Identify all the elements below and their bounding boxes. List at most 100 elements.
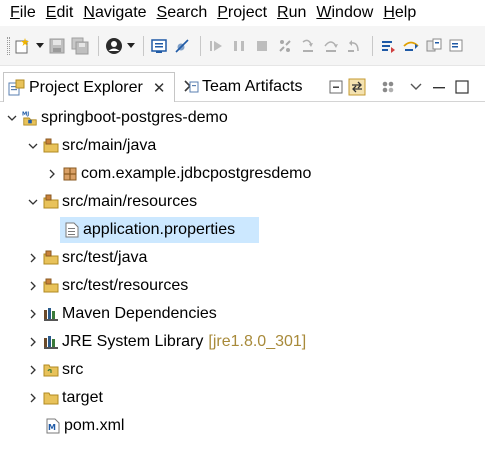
terminate-icon[interactable] bbox=[252, 36, 272, 56]
suspend-icon[interactable] bbox=[229, 36, 249, 56]
tree-item-label: pom.xml bbox=[64, 417, 125, 434]
new-wizard-icon[interactable] bbox=[13, 36, 33, 56]
new-dropdown-arrow-icon[interactable] bbox=[36, 36, 44, 56]
maven-file-icon: M bbox=[45, 418, 61, 434]
tree-item-label: application.properties bbox=[83, 221, 236, 238]
step-return-icon[interactable] bbox=[344, 36, 364, 56]
focus-task-button[interactable] bbox=[380, 76, 396, 98]
tree-item-application-properties[interactable]: application.properties bbox=[0, 216, 485, 244]
chevron-right-icon[interactable] bbox=[27, 392, 39, 404]
tree-item-label: target bbox=[62, 389, 103, 406]
chevron-right-icon[interactable] bbox=[46, 168, 58, 180]
menu-file[interactable]: File bbox=[5, 0, 41, 26]
menu-window[interactable]: Window bbox=[311, 0, 378, 26]
chevron-right-icon[interactable] bbox=[27, 252, 39, 264]
maven-project-icon: MJ bbox=[22, 110, 38, 126]
chevron-down-icon[interactable] bbox=[27, 196, 39, 208]
open-task-icon[interactable] bbox=[424, 36, 444, 56]
tree-item-pom-xml[interactable]: M pom.xml bbox=[0, 412, 485, 440]
view-menu-button[interactable] bbox=[410, 76, 422, 98]
properties-file-icon bbox=[64, 222, 80, 238]
tree-item-src-main-java[interactable]: src/main/java bbox=[0, 132, 485, 160]
chevron-right-icon[interactable] bbox=[27, 280, 39, 292]
menu-project-label: roject bbox=[227, 4, 268, 21]
tree-item-label: JRE System Library bbox=[62, 333, 204, 350]
svg-text:M: M bbox=[48, 423, 56, 432]
link-with-editor-button[interactable] bbox=[348, 76, 366, 98]
tree-item-jre-system-library[interactable]: JRE System Library [jre1.8.0_301] bbox=[0, 328, 485, 356]
source-folder-icon bbox=[43, 250, 59, 266]
tree-item-decoration: [jre1.8.0_301] bbox=[208, 333, 307, 350]
maximize-button[interactable] bbox=[455, 76, 469, 98]
maximize-icon bbox=[455, 80, 469, 94]
tree-item-src-test-resources[interactable]: src/test/resources bbox=[0, 272, 485, 300]
minimize-icon bbox=[432, 80, 446, 94]
tree-item-label: Maven Dependencies bbox=[62, 305, 217, 322]
library-icon bbox=[43, 334, 59, 350]
toolbar-separator bbox=[372, 35, 373, 56]
menu-help[interactable]: Help bbox=[378, 0, 421, 26]
save-all-icon[interactable] bbox=[70, 36, 90, 56]
tab-project-explorer-label: Project Explorer bbox=[29, 78, 143, 96]
tree-item-src-test-java[interactable]: src/test/java bbox=[0, 244, 485, 272]
menu-navigate[interactable]: Navigate bbox=[78, 0, 151, 26]
close-icon[interactable]: ✕ bbox=[153, 79, 166, 97]
team-artifacts-icon bbox=[181, 78, 199, 96]
main-toolbar bbox=[0, 26, 485, 66]
menu-run[interactable]: Run bbox=[272, 0, 311, 26]
view-tab-bar: Project Explorer ✕ Team Artifacts bbox=[0, 70, 485, 102]
menu-navigate-mnemonic: N bbox=[83, 4, 95, 21]
toolbar-separator bbox=[200, 35, 201, 56]
tree-item-project[interactable]: MJ springboot-postgres-demo bbox=[0, 104, 485, 132]
menu-help-mnemonic: H bbox=[383, 4, 395, 21]
tree-item-label: com.example.jdbcpostgresdemo bbox=[81, 165, 312, 182]
open-perspective-icon[interactable] bbox=[447, 36, 467, 56]
view-menu-icon bbox=[410, 83, 422, 91]
tree-item-package[interactable]: com.example.jdbcpostgresdemo bbox=[0, 160, 485, 188]
link-with-editor-icon bbox=[348, 78, 366, 96]
tree-item-label: src bbox=[62, 361, 84, 378]
tree-item-src[interactable]: src bbox=[0, 356, 485, 384]
tree-item-target[interactable]: target bbox=[0, 384, 485, 412]
menu-edit[interactable]: Edit bbox=[41, 0, 79, 26]
chevron-down-icon[interactable] bbox=[27, 140, 39, 152]
skip-breakpoints-icon[interactable] bbox=[172, 36, 192, 56]
menu-navigate-label: avigate bbox=[94, 4, 147, 21]
tree-item-maven-dependencies[interactable]: Maven Dependencies bbox=[0, 300, 485, 328]
focus-task-icon bbox=[380, 79, 396, 95]
chevron-right-icon[interactable] bbox=[27, 364, 39, 376]
step-over-icon[interactable] bbox=[321, 36, 341, 56]
toolbar-separator bbox=[98, 35, 99, 56]
debug-launch-icon[interactable] bbox=[401, 36, 421, 56]
console-icon[interactable] bbox=[149, 36, 169, 56]
menu-run-mnemonic: R bbox=[277, 4, 289, 21]
step-into-icon[interactable] bbox=[298, 36, 318, 56]
tab-team-artifacts[interactable]: Team Artifacts bbox=[178, 72, 318, 102]
use-step-filters-icon[interactable] bbox=[378, 36, 398, 56]
resume-icon[interactable] bbox=[206, 36, 226, 56]
menu-run-label: un bbox=[288, 4, 307, 21]
chevron-right-icon[interactable] bbox=[27, 336, 39, 348]
toolbar-grip[interactable] bbox=[7, 36, 10, 55]
tab-project-explorer[interactable]: Project Explorer ✕ bbox=[3, 72, 175, 102]
menu-file-mnemonic: F bbox=[10, 4, 20, 21]
menu-window-mnemonic: W bbox=[316, 4, 332, 21]
chevron-down-icon[interactable] bbox=[6, 112, 18, 124]
menu-search[interactable]: Search bbox=[152, 0, 213, 26]
chevron-right-icon[interactable] bbox=[27, 308, 39, 320]
collapse-all-icon bbox=[328, 79, 344, 95]
collapse-all-button[interactable] bbox=[328, 76, 344, 98]
menu-project[interactable]: Project bbox=[212, 0, 272, 26]
package-icon bbox=[62, 166, 78, 182]
disconnect-icon[interactable] bbox=[275, 36, 295, 56]
minimize-button[interactable] bbox=[432, 76, 446, 98]
menu-search-mnemonic: S bbox=[156, 4, 168, 21]
menu-file-label: ile bbox=[19, 4, 36, 21]
tree-item-label: src/main/java bbox=[62, 137, 157, 154]
menu-window-label: indow bbox=[331, 4, 374, 21]
profile-icon[interactable] bbox=[104, 36, 124, 56]
profile-dropdown-arrow-icon[interactable] bbox=[127, 36, 135, 56]
tree-item-src-main-resources[interactable]: src/main/resources bbox=[0, 188, 485, 216]
menu-edit-mnemonic: E bbox=[45, 4, 57, 21]
save-icon[interactable] bbox=[47, 36, 67, 56]
